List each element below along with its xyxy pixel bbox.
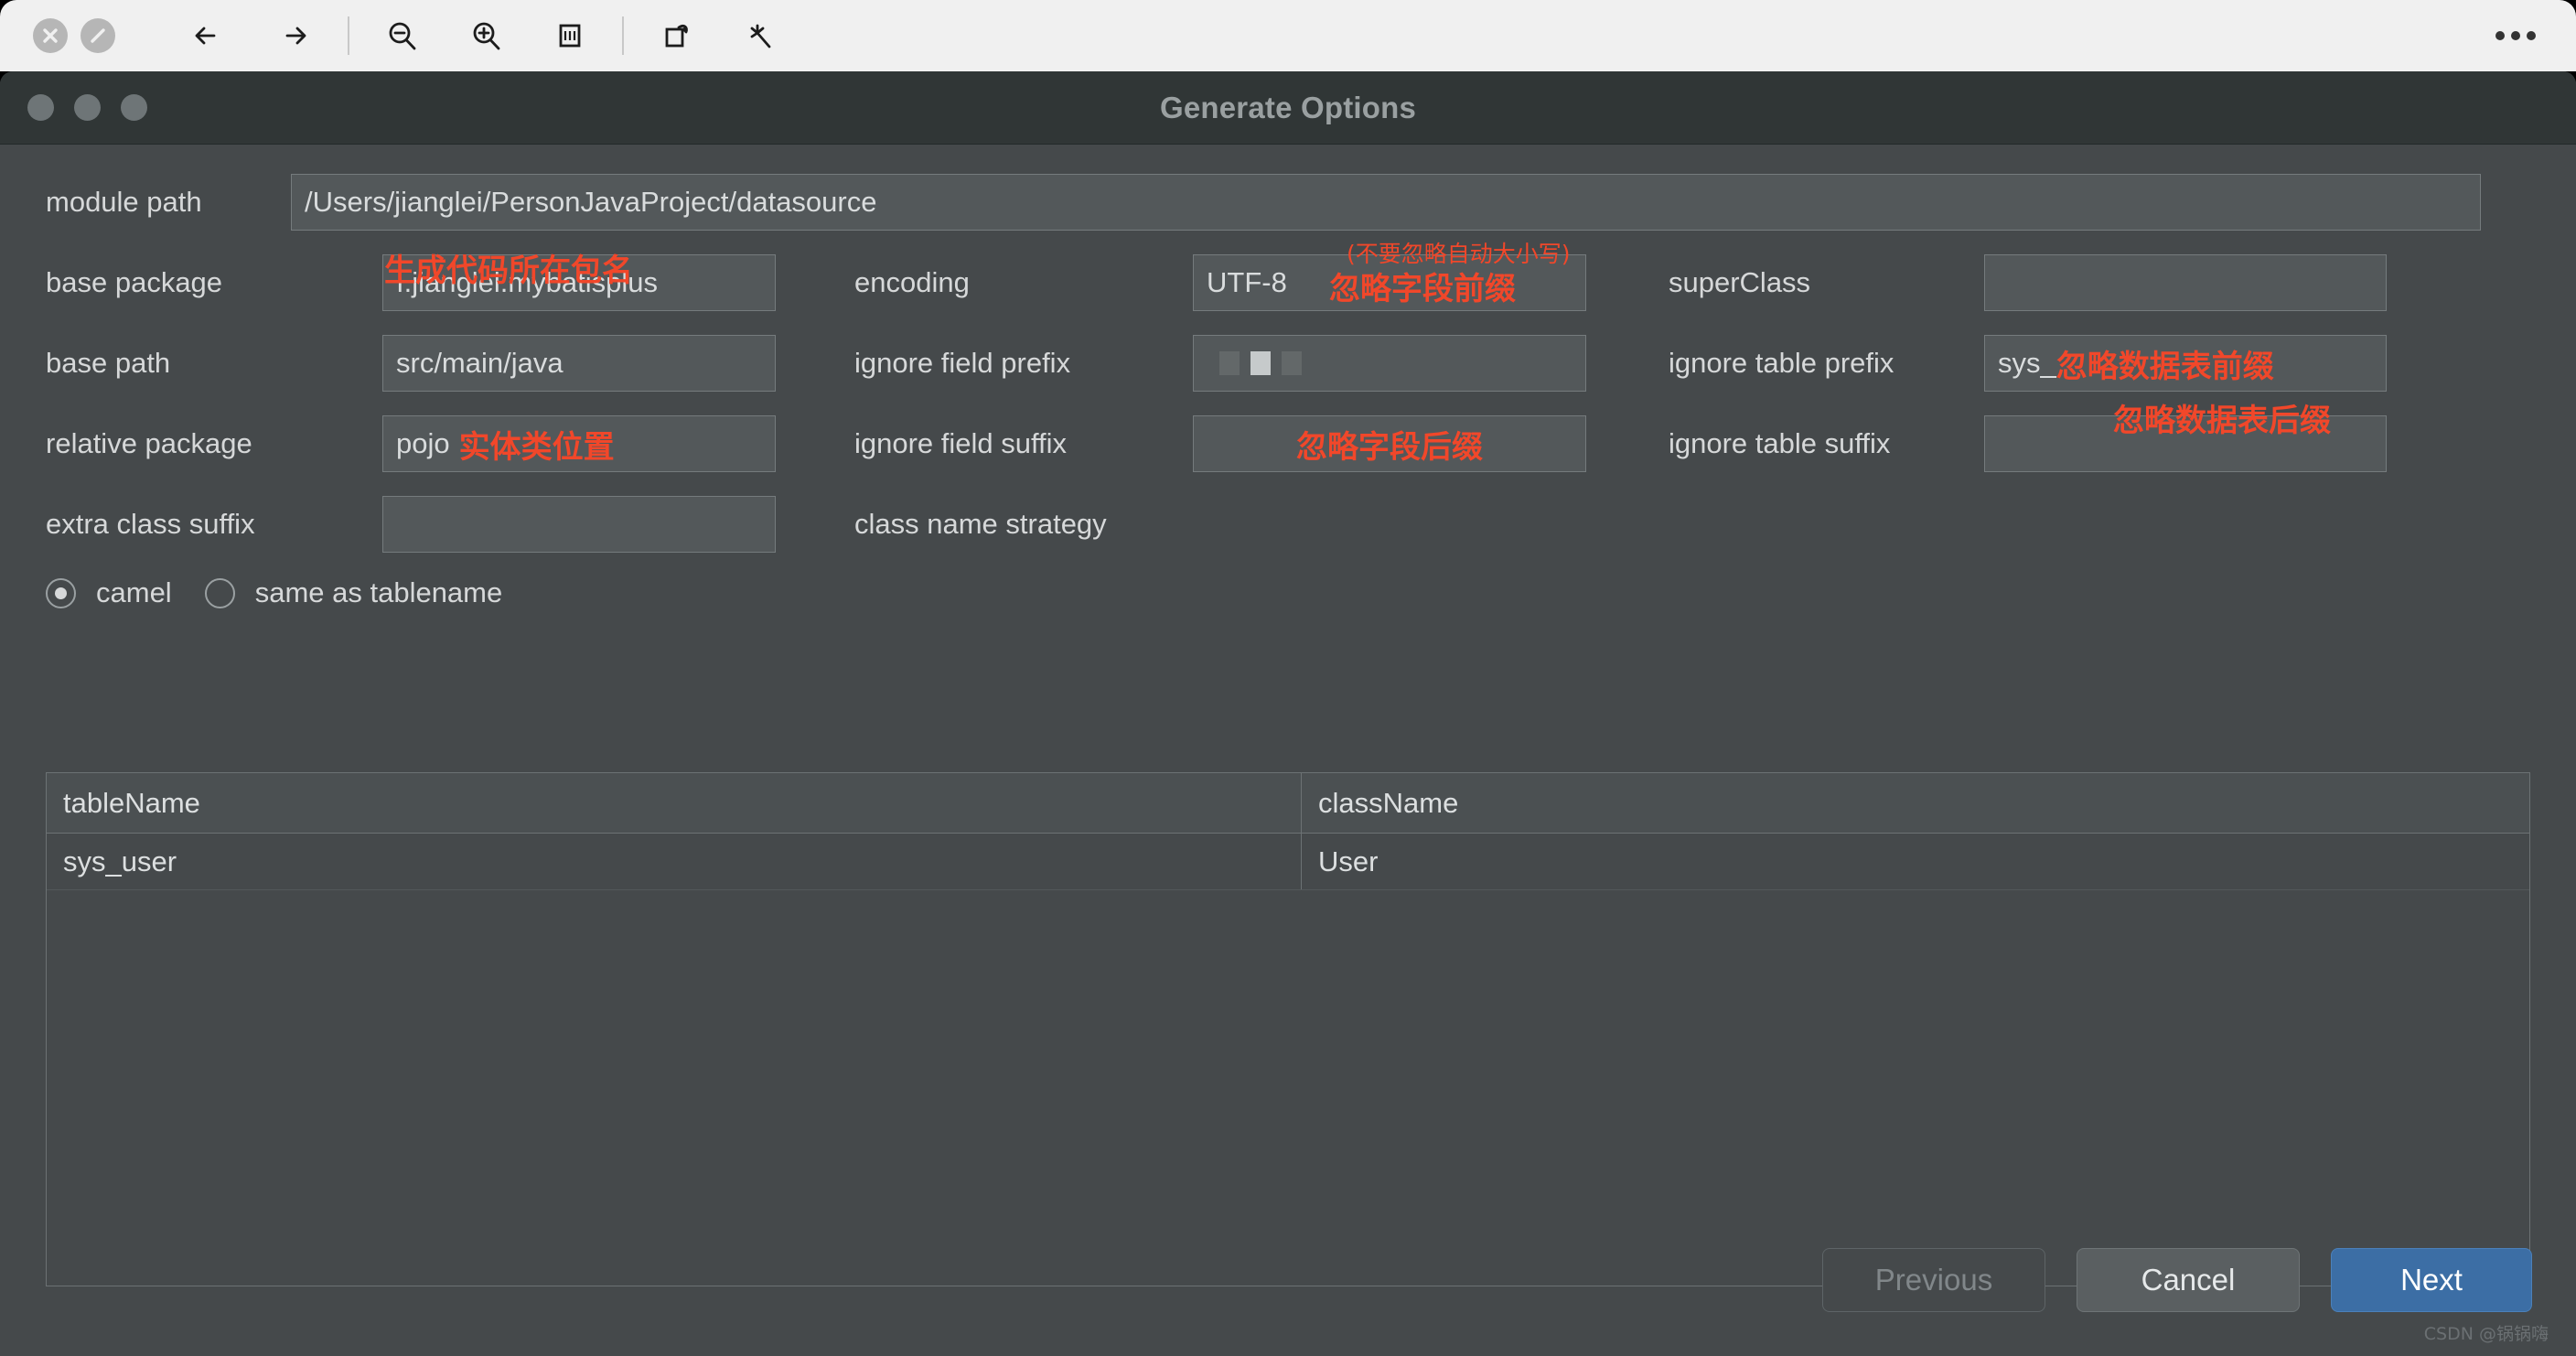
ignore-table-prefix-value: sys_	[1998, 347, 2056, 379]
ignore-field-suffix-input[interactable]: 忽略字段后缀	[1193, 415, 1586, 472]
ignore-table-suffix-input[interactable]	[1984, 415, 2387, 472]
dialog-footer: Previous Cancel Next	[1822, 1248, 2532, 1312]
cell-tablename: sys_user	[47, 834, 1302, 889]
relative-package-annotation: 实体类位置	[458, 428, 615, 466]
options-form: module path /Users/jianglei/PersonJavaPr…	[0, 145, 2576, 609]
tables-list: tableName className sys_user User	[46, 772, 2530, 1286]
ignore-field-prefix-label: ignore field prefix	[854, 347, 1071, 379]
extra-class-suffix-input[interactable]	[382, 496, 776, 553]
base-package-input[interactable]: ı.jianglei.mybatisplus	[382, 254, 776, 311]
back-arrow-icon[interactable]	[177, 7, 234, 64]
module-path-label: module path	[46, 186, 202, 218]
encoding-input[interactable]: UTF-8	[1193, 254, 1586, 311]
cancel-button[interactable]: Cancel	[2077, 1248, 2300, 1312]
ignore-table-suffix-label: ignore table suffix	[1669, 427, 1891, 459]
more-options-icon[interactable]	[2496, 31, 2543, 40]
block-disabled-icon[interactable]	[80, 18, 115, 53]
forward-arrow-icon[interactable]	[267, 7, 324, 64]
encoding-label: encoding	[854, 266, 970, 298]
toolbar-divider-2	[622, 16, 624, 55]
radio-camel[interactable]	[46, 577, 76, 608]
screen: Generate Options module path /Users/jian…	[0, 0, 2576, 1356]
relative-package-value: pojo	[396, 427, 450, 459]
dialog-body: module path /Users/jianglei/PersonJavaPr…	[0, 145, 2576, 1356]
previous-button[interactable]: Previous	[1822, 1248, 2045, 1312]
class-name-strategy-label: class name strategy	[854, 508, 1107, 540]
extra-class-suffix-label: extra class suffix	[46, 508, 255, 540]
dialog-titlebar: Generate Options	[0, 71, 2576, 145]
column-header-tablename[interactable]: tableName	[47, 773, 1302, 833]
fit-width-icon[interactable]	[542, 7, 598, 64]
enhance-icon[interactable]	[732, 7, 789, 64]
super-class-label: superClass	[1669, 266, 1811, 298]
super-class-input[interactable]	[1984, 254, 2387, 311]
column-header-classname[interactable]: className	[1302, 773, 2529, 833]
options-grid: base package ı.jianglei.mybatisplus enco…	[46, 254, 2530, 609]
watermark: CSDN @锅锅嗨	[2423, 1324, 2549, 1344]
base-path-label: base path	[46, 347, 171, 379]
module-path-input[interactable]: /Users/jianglei/PersonJavaProject/dataso…	[291, 174, 2481, 231]
ignore-field-prefix-input[interactable]	[1193, 335, 1586, 392]
cell-classname: User	[1318, 845, 1379, 877]
ignore-table-prefix-annotation: 忽略数据表前缀	[2055, 348, 2274, 385]
relative-package-input[interactable]: pojo 实体类位置	[382, 415, 776, 472]
tofu-glyphs	[1207, 351, 1302, 375]
radio-same-as-tablename-label: same as tablename	[254, 576, 503, 608]
next-button[interactable]: Next	[2331, 1248, 2532, 1312]
table-row[interactable]: sys_user User	[47, 834, 2529, 890]
table-header-row: tableName className	[47, 773, 2529, 834]
zoom-in-icon[interactable]	[457, 7, 514, 64]
dialog-title: Generate Options	[1159, 90, 1417, 124]
ignore-table-prefix-label: ignore table prefix	[1669, 347, 1894, 379]
image-viewer-toolbar	[0, 0, 2576, 71]
ignore-field-suffix-label: ignore field suffix	[854, 427, 1068, 459]
base-package-label: base package	[46, 266, 223, 298]
ignore-field-suffix-annotation: 忽略字段后缀	[1296, 428, 1483, 466]
class-name-strategy-radio-group: camel same as tablename	[46, 576, 1586, 609]
close-disabled-icon[interactable]	[33, 18, 68, 53]
radio-camel-label: camel	[96, 576, 172, 608]
toolbar-divider-1	[348, 16, 349, 55]
rotate-icon[interactable]	[648, 7, 704, 64]
relative-package-label: relative package	[46, 427, 252, 459]
generate-options-dialog: Generate Options module path /Users/jian…	[0, 71, 2576, 1356]
radio-same-as-tablename[interactable]	[204, 577, 235, 608]
ignore-table-prefix-input[interactable]: sys_ 忽略数据表前缀	[1984, 335, 2387, 392]
base-path-input[interactable]: src/main/java	[382, 335, 776, 392]
zoom-out-icon[interactable]	[373, 7, 430, 64]
module-path-row: module path /Users/jianglei/PersonJavaPr…	[46, 174, 2530, 231]
